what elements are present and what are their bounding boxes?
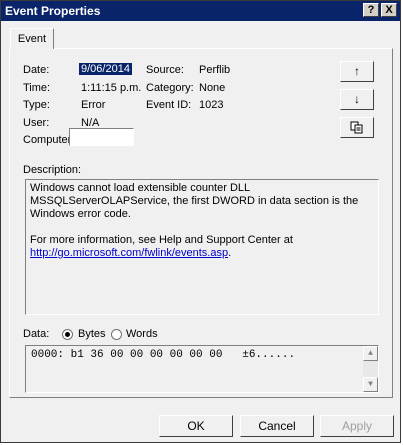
window-title: Event Properties bbox=[5, 4, 101, 18]
computer-label: Computer: bbox=[23, 134, 75, 146]
event-id-value: 1023 bbox=[199, 99, 224, 111]
computer-value bbox=[69, 128, 134, 146]
event-id-label: Event ID: bbox=[146, 99, 192, 111]
hex-line: 0000: b1 36 00 00 00 00 00 00 ±6...... bbox=[31, 349, 296, 361]
cancel-button[interactable]: Cancel bbox=[240, 415, 314, 437]
bytes-radio[interactable] bbox=[62, 329, 73, 340]
close-button[interactable]: X bbox=[381, 3, 397, 17]
next-event-button[interactable]: ↓ bbox=[340, 89, 374, 110]
words-radio[interactable] bbox=[111, 329, 122, 340]
data-box[interactable]: 0000: b1 36 00 00 00 00 00 00 ±6...... ▲… bbox=[25, 345, 379, 393]
scroll-up-arrow[interactable]: ▲ bbox=[363, 346, 378, 361]
link-suffix: . bbox=[228, 247, 232, 259]
description-line: For more information, see Help and Suppo… bbox=[30, 234, 293, 246]
user-label: User: bbox=[23, 117, 50, 129]
help-link[interactable]: http://go.microsoft.com/fwlink/events.as… bbox=[30, 247, 228, 259]
category-value: None bbox=[199, 82, 226, 94]
copy-button[interactable] bbox=[340, 117, 374, 138]
time-label: Time: bbox=[23, 82, 51, 94]
description-box[interactable]: Windows cannot load extensible counter D… bbox=[25, 179, 379, 315]
arrow-up-icon: ↑ bbox=[354, 64, 360, 78]
words-label[interactable]: Words bbox=[126, 328, 158, 340]
date-value[interactable]: 9/06/2014 bbox=[79, 63, 132, 75]
arrow-down-icon: ↓ bbox=[354, 92, 360, 106]
description-line: Windows error code. bbox=[30, 208, 131, 220]
description-line: Windows cannot load extensible counter D… bbox=[30, 182, 251, 194]
description-label: Description: bbox=[23, 164, 82, 176]
previous-event-button[interactable]: ↑ bbox=[340, 61, 374, 82]
category-label: Category: bbox=[146, 82, 194, 94]
title-bar[interactable]: Event Properties ? X bbox=[1, 1, 400, 21]
event-properties-dialog: Event Properties ? X Event Date: 9/06/20… bbox=[0, 0, 401, 443]
time-value: 1:11:15 p.m. bbox=[81, 82, 142, 94]
scroll-down-arrow[interactable]: ▼ bbox=[363, 377, 378, 392]
ok-button[interactable]: OK bbox=[159, 415, 233, 437]
apply-button[interactable]: Apply bbox=[320, 415, 394, 437]
type-label: Type: bbox=[23, 99, 50, 111]
data-label: Data: bbox=[23, 328, 50, 340]
source-value: Perflib bbox=[199, 64, 231, 76]
copy-icon bbox=[350, 121, 363, 134]
bytes-label[interactable]: Bytes bbox=[78, 328, 106, 340]
data-scrollbar[interactable]: ▲ ▼ bbox=[363, 346, 378, 392]
source-label: Source: bbox=[146, 64, 184, 76]
date-label: Date: bbox=[23, 64, 50, 76]
description-line: MSSQLServerOLAPService, the first DWORD … bbox=[30, 195, 359, 207]
tab-event[interactable]: Event bbox=[10, 28, 54, 49]
type-value: Error bbox=[81, 99, 106, 111]
help-button[interactable]: ? bbox=[363, 3, 379, 17]
